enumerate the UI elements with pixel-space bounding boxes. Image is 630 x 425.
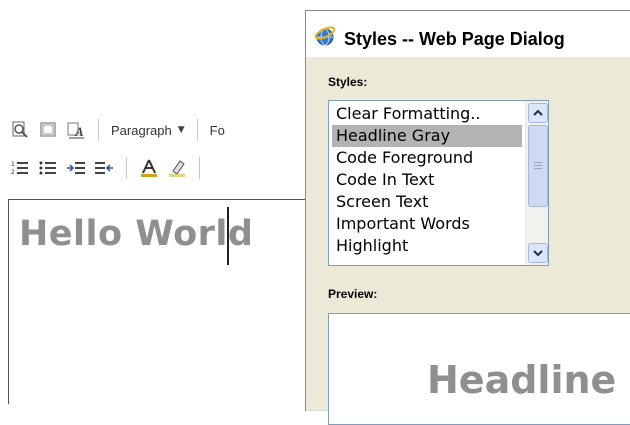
highlight-icon[interactable] xyxy=(167,158,187,178)
preview-label: Preview: xyxy=(328,287,378,301)
preview-text: Headline xyxy=(427,358,617,402)
dialog-titlebar[interactable]: Styles -- Web Page Dialog xyxy=(306,11,630,57)
svg-text:1: 1 xyxy=(11,161,15,168)
styles-listbox[interactable]: Clear Formatting.. Headline Gray Code Fo… xyxy=(328,100,549,266)
style-item-highlight[interactable]: Highlight xyxy=(332,235,522,257)
indent-icon[interactable] xyxy=(66,158,86,178)
editor-headline-text: Hello World xyxy=(19,214,254,254)
font-dropdown[interactable]: Fo xyxy=(210,123,225,138)
outdent-icon[interactable] xyxy=(94,158,114,178)
styles-scrollbar[interactable] xyxy=(525,101,548,265)
chevron-down-icon xyxy=(533,250,543,257)
editor-toolbar-row-1: A Paragraph ▼ Fo xyxy=(10,117,225,143)
preview-box: Headline xyxy=(328,313,630,425)
dialog-title: Styles -- Web Page Dialog xyxy=(344,29,565,49)
frame-icon[interactable] xyxy=(38,120,58,140)
style-item-code-in-text[interactable]: Code In Text xyxy=(332,169,522,191)
svg-text:A: A xyxy=(74,124,84,139)
style-item-important-words[interactable]: Important Words xyxy=(332,213,522,235)
chevron-down-icon[interactable]: ▼ xyxy=(178,125,185,135)
toolbar-separator xyxy=(199,157,200,179)
style-item-clear-formatting[interactable]: Clear Formatting.. xyxy=(332,103,522,125)
font-style-icon[interactable]: A xyxy=(66,120,86,140)
ie-globe-icon xyxy=(314,25,336,47)
svg-text:2: 2 xyxy=(11,169,15,176)
style-item-screen-text[interactable]: Screen Text xyxy=(332,191,522,213)
style-item-code-foreground[interactable]: Code Foreground xyxy=(332,147,522,169)
font-color-icon[interactable] xyxy=(139,158,159,178)
text-caret xyxy=(227,207,229,265)
paragraph-dropdown[interactable]: Paragraph xyxy=(111,123,172,138)
toolbar-separator xyxy=(126,157,127,179)
numbered-list-icon[interactable]: 12 xyxy=(10,158,30,178)
styles-dialog: Styles -- Web Page Dialog Styles: Clear … xyxy=(305,10,630,425)
zoom-icon[interactable] xyxy=(10,120,30,140)
bulleted-list-icon[interactable] xyxy=(38,158,58,178)
editor-content-area[interactable]: Hello World xyxy=(8,199,319,404)
styles-list: Clear Formatting.. Headline Gray Code Fo… xyxy=(329,101,524,265)
toolbar-separator xyxy=(98,119,99,141)
scroll-thumb[interactable] xyxy=(528,125,548,207)
styles-label: Styles: xyxy=(328,75,368,89)
scroll-up-button[interactable] xyxy=(528,103,548,123)
style-item-headline-gray[interactable]: Headline Gray xyxy=(332,125,522,147)
scroll-down-button[interactable] xyxy=(528,243,548,263)
toolbar-separator xyxy=(196,119,198,141)
chevron-up-icon xyxy=(533,109,543,116)
editor-toolbar-row-2: 12 xyxy=(10,155,204,181)
